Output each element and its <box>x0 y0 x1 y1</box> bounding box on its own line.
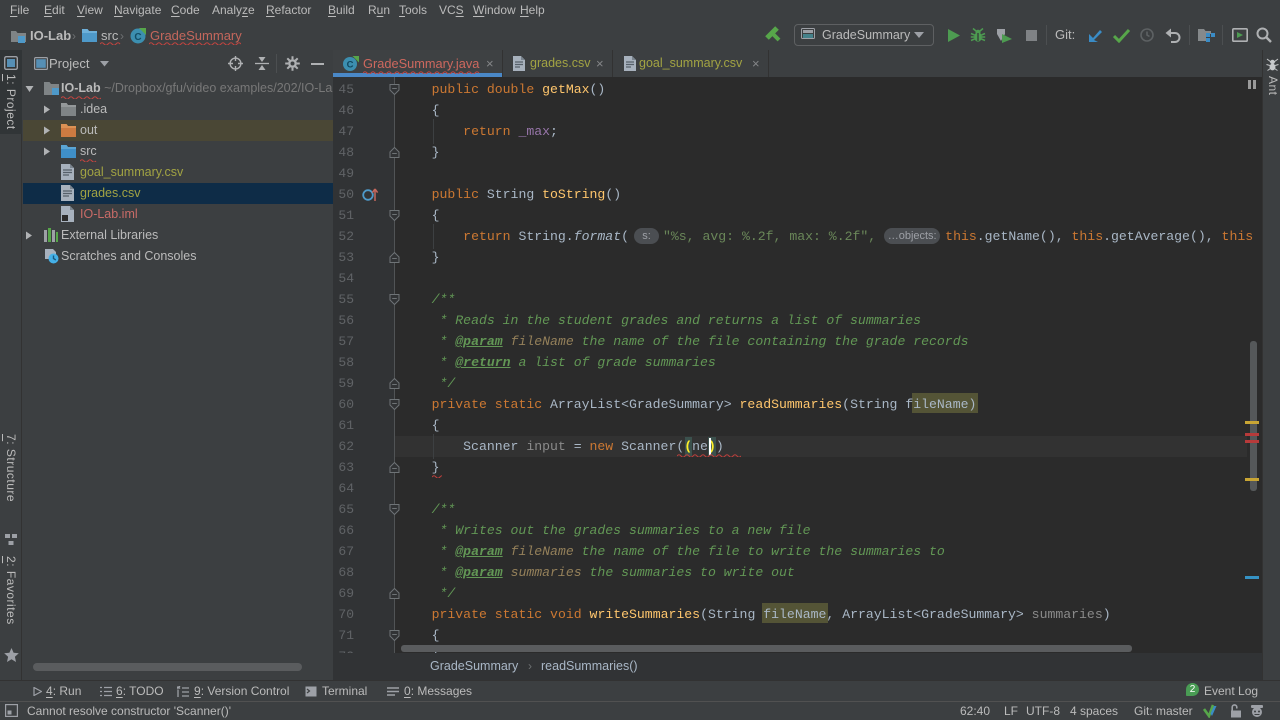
svg-text:C: C <box>347 60 354 71</box>
svg-text:C: C <box>134 32 141 43</box>
